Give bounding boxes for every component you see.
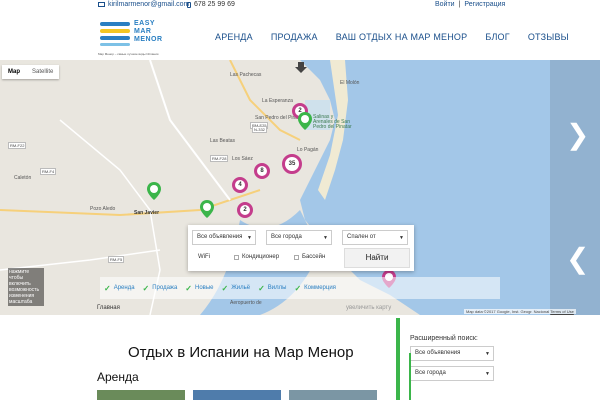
search-button[interactable]: Найти <box>344 248 410 268</box>
check-icon: ✓ <box>104 283 111 293</box>
check-icon: ✓ <box>258 283 265 293</box>
type-select[interactable]: Все объявления ▼ <box>192 230 256 245</box>
map-attribution: Map data ©2017 Google, Inst. Geogr. Naci… <box>464 309 576 314</box>
category-housing[interactable]: ✓ Жильё <box>222 284 251 293</box>
auth-links: Войти | Регистрация <box>435 1 505 8</box>
map-place-label: Salinas y Arenales de San Pedro del Pina… <box>313 114 352 130</box>
road-badge: RM-F28 <box>210 155 229 162</box>
check-icon: ✓ <box>142 283 150 293</box>
nav-holiday[interactable]: ВАШ ОТДЫХ НА МАР МЕНОР <box>336 32 468 42</box>
category-commercial[interactable]: ✓ Коммерция <box>294 284 336 293</box>
logo-tagline: Мар Менор – самые лучшие виды Испании <box>98 52 159 56</box>
nav-blog[interactable]: БЛОГ <box>485 32 510 42</box>
email-contact[interactable]: kirilmarmenor@gmail.com <box>98 1 189 8</box>
map-place-label: Aeropuerto de <box>230 300 262 306</box>
phone-contact: 678 25 99 69 <box>187 1 235 8</box>
breadcrumb[interactable]: Главная <box>97 305 120 311</box>
logo[interactable]: EASY MAR MENOR Мар Менор – самые лучшие … <box>98 16 178 56</box>
ac-checkbox[interactable]: Кондиционер <box>234 254 279 260</box>
road-badge: N-332 <box>252 126 267 133</box>
listing-thumbnail[interactable] <box>193 390 281 400</box>
waves-logo-icon <box>100 22 130 46</box>
page-title: Отдых в Испании на Мар Менор <box>128 344 354 361</box>
map-place-label: La Esperanza <box>262 98 293 104</box>
map-cluster-marker[interactable]: 4 <box>232 177 248 193</box>
side-accent-bar <box>409 353 411 400</box>
nav-reviews[interactable]: ОТЗЫВЫ <box>528 32 569 42</box>
road-badge: RM-F22 <box>8 142 27 149</box>
login-link[interactable]: Войти <box>435 1 455 8</box>
register-link[interactable]: Регистрация <box>464 1 505 8</box>
search-filter: Все объявления ▼ Все города ▼ Спален от ▼ W… <box>188 225 414 271</box>
map-place-label: San Javier <box>134 210 160 216</box>
email-link[interactable]: kirilmarmenor@gmail.com <box>108 1 189 8</box>
zoom-hint: нажмите чтобы включить возможность измен… <box>8 268 44 306</box>
main-nav: АРЕНДА ПРОДАЖА ВАШ ОТДЫХ НА МАР МЕНОР БЛ… <box>215 32 569 42</box>
map-cluster-marker[interactable]: 35 <box>282 154 302 174</box>
map-type-map[interactable]: Map <box>2 65 26 79</box>
checkbox-box <box>234 254 239 260</box>
carousel-next-icon[interactable]: ❯ <box>566 118 589 151</box>
map-place-label: Las Pachecas <box>230 72 262 78</box>
checkbox-box <box>294 254 299 260</box>
chevron-down-icon: ▼ <box>399 235 404 241</box>
carousel-overlay <box>550 60 600 315</box>
check-icon: ✓ <box>221 283 229 293</box>
nav-sale[interactable]: ПРОДАЖА <box>271 32 318 42</box>
listing-thumbnail[interactable] <box>97 390 185 400</box>
chevron-down-icon: ▼ <box>247 235 252 241</box>
map-type-satellite[interactable]: Satellite <box>26 65 59 79</box>
map-cluster-marker[interactable]: 8 <box>254 163 270 179</box>
listing-thumbnail[interactable] <box>289 390 377 400</box>
logo-text: EASY MAR MENOR <box>134 20 163 43</box>
envelope-icon <box>98 2 105 7</box>
map-place-label: Lo Pagán <box>297 147 319 153</box>
map-cluster-marker[interactable]: 2 <box>237 202 253 218</box>
enlarge-map-link[interactable]: увеличить карту <box>346 305 391 311</box>
category-villas[interactable]: ✓ Виллы <box>258 284 286 293</box>
site-header: EASY MAR MENOR Мар Менор – самые лучшие … <box>0 10 600 60</box>
advanced-type-select[interactable]: Все объявления ▼ <box>410 346 494 361</box>
download-icon[interactable] <box>294 60 308 78</box>
map-pin-icon[interactable] <box>298 112 312 130</box>
check-icon: ✓ <box>185 283 192 293</box>
chevron-down-icon: ▼ <box>323 235 328 241</box>
map-pin-icon[interactable] <box>147 182 161 200</box>
advanced-city-select[interactable]: Все города ▼ <box>410 366 494 381</box>
advanced-search-title: Расширенный поиск: <box>410 335 478 342</box>
map-place-label: Pozo Aledo <box>90 206 116 212</box>
chevron-down-icon: ▼ <box>485 351 490 357</box>
carousel-prev-icon[interactable]: ❮ <box>566 242 589 275</box>
terms-link[interactable]: Terms of Use <box>550 309 574 314</box>
top-bar: kirilmarmenor@gmail.com 678 25 99 69 Вой… <box>0 0 600 10</box>
chevron-down-icon: ▼ <box>485 371 490 377</box>
phone-number: 678 25 99 69 <box>194 1 235 8</box>
listing-thumbnails <box>97 390 377 400</box>
category-bar: ✓ Аренда ✓ Продажа ✓ Новые ✓ Жильё ✓ Виллы ✓ К… <box>100 277 500 299</box>
map-place-label: Las Beatas <box>210 138 236 144</box>
wifi-checkbox[interactable]: WiFi <box>198 254 210 260</box>
auth-separator: | <box>458 1 461 8</box>
section-title: Аренда <box>97 370 139 384</box>
map-type-control: Map Satellite <box>2 65 60 79</box>
city-select[interactable]: Все города ▼ <box>266 230 332 245</box>
nav-rent[interactable]: АРЕНДА <box>215 32 253 42</box>
check-icon: ✓ <box>294 283 302 293</box>
section-divider <box>396 318 400 400</box>
advanced-search: Расширенный поиск: Все объявления ▼ Все г… <box>409 335 494 400</box>
map-place-label: Caletón <box>14 175 32 181</box>
map-place-label: El Molón <box>340 80 360 86</box>
map-pin-icon[interactable] <box>200 200 214 218</box>
phone-icon <box>187 1 191 8</box>
category-sale[interactable]: ✓ Продажа <box>143 284 178 293</box>
road-badge: RM-F5 <box>108 256 125 263</box>
map-place-label: Los Sáez <box>232 156 253 162</box>
pool-checkbox[interactable]: Бассейн <box>294 254 325 260</box>
category-new[interactable]: ✓ Новые <box>185 284 213 293</box>
category-rent[interactable]: ✓ Аренда <box>104 284 135 293</box>
bedrooms-select[interactable]: Спален от ▼ <box>342 230 408 245</box>
road-badge: RM-F4 <box>40 168 57 175</box>
